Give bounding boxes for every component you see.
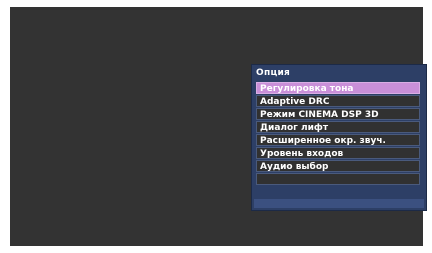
tv-screen: Опция Регулировка тона Adaptive DRC Режи… <box>10 7 427 246</box>
menu-item-extended-surround[interactable]: Расширенное окр. звуч. <box>256 134 420 146</box>
menu-footer-bar <box>254 199 424 208</box>
option-menu-panel: Опция Регулировка тона Adaptive DRC Режи… <box>251 64 427 211</box>
menu-item-input-level[interactable]: Уровень входов <box>256 147 420 159</box>
menu-item-audio-select[interactable]: Аудио выбор <box>256 160 420 172</box>
menu-item-adaptive-drc[interactable]: Adaptive DRC <box>256 95 420 107</box>
menu-item-tone-control[interactable]: Регулировка тона <box>256 82 420 94</box>
menu-title: Опция <box>256 68 291 78</box>
menu-item-cinema-dsp-3d[interactable]: Режим CINEMA DSP 3D <box>256 108 420 120</box>
option-list: Регулировка тона Adaptive DRC Режим CINE… <box>256 82 420 186</box>
menu-item-empty <box>256 173 420 185</box>
menu-item-dialogue-lift[interactable]: Диалог лифт <box>256 121 420 133</box>
